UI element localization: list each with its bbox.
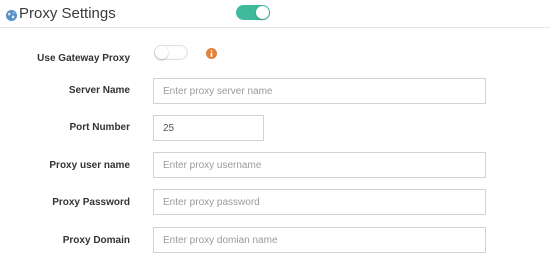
use-gateway-proxy-label: Use Gateway Proxy — [37, 53, 130, 64]
proxy-password-label: Proxy Password — [52, 197, 130, 208]
port-number-label: Port Number — [69, 122, 130, 133]
use-gateway-proxy-toggle[interactable] — [154, 45, 188, 60]
proxy-password-input[interactable] — [153, 189, 486, 215]
proxy-domain-label: Proxy Domain — [62, 235, 130, 246]
proxy-user-name-input[interactable] — [153, 152, 486, 178]
proxy-user-name-label: Proxy user name — [49, 160, 130, 171]
info-icon[interactable] — [206, 48, 217, 59]
globe-icon — [6, 10, 17, 21]
proxy-domain-input[interactable] — [153, 227, 486, 253]
toggle-knob — [155, 46, 168, 59]
port-number-input[interactable] — [153, 115, 264, 141]
proxy-enabled-toggle[interactable] — [236, 5, 270, 20]
toggle-knob — [256, 6, 269, 19]
page-title: Proxy Settings — [19, 5, 116, 22]
proxy-settings-header: Proxy Settings — [0, 0, 550, 28]
server-name-label: Server Name — [68, 85, 130, 96]
server-name-input[interactable] — [153, 78, 486, 104]
